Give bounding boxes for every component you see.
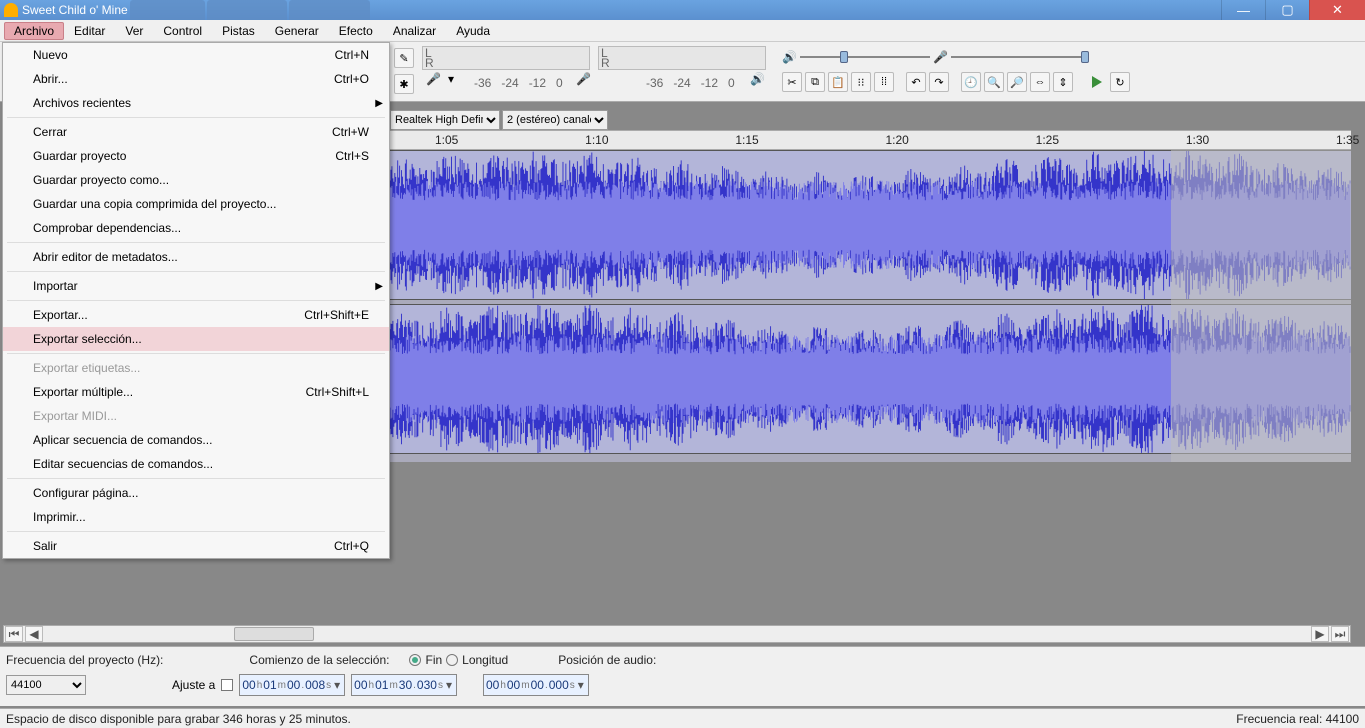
status-bar: Espacio de disco disponible para grabar … [0, 708, 1365, 728]
project-rate-select[interactable]: 44100 [6, 675, 86, 695]
app-icon [4, 3, 18, 17]
selection-start-time[interactable]: 00h 01m 00.008s▾ [239, 674, 345, 696]
timeline-ruler[interactable]: 1:051:101:151:201:251:301:35 [390, 130, 1351, 150]
menu-item[interactable]: Editar secuencias de comandos... [3, 452, 389, 476]
speaker-icon[interactable]: 🔊 [750, 72, 765, 86]
minimize-button[interactable]: — [1221, 0, 1265, 20]
mic-small-icon: 🎤 [933, 50, 948, 64]
multi-tool-icon[interactable]: ✱ [394, 74, 414, 94]
status-actual-rate: Frecuencia real: 44100 [1236, 712, 1359, 726]
menu-item[interactable]: Configurar página... [3, 481, 389, 505]
fit-selection-button[interactable]: ⇔ [1030, 72, 1050, 92]
menu-item[interactable]: Importar▶ [3, 274, 389, 298]
menu-item[interactable]: Guardar proyectoCtrl+S [3, 144, 389, 168]
menu-item[interactable]: Aplicar secuencia de comandos... [3, 428, 389, 452]
snap-to-checkbox[interactable] [221, 679, 233, 691]
silence-button[interactable]: ⁞⁞ [874, 72, 894, 92]
audio-position-label: Posición de audio: [558, 653, 656, 667]
selection-start-label: Comienzo de la selección: [249, 653, 389, 667]
mic-icon[interactable]: 🎤 [576, 72, 591, 86]
longitud-radio[interactable] [446, 654, 458, 666]
loop-button[interactable]: ↻ [1110, 72, 1130, 92]
playback-db-scale: -36-24-120 [640, 76, 735, 90]
undo-button[interactable]: ↶ [906, 72, 926, 92]
selection-end-overlay [1171, 150, 1351, 462]
scrollbar-thumb[interactable] [234, 627, 314, 641]
menu-item[interactable]: SalirCtrl+Q [3, 534, 389, 558]
zoom-out-button[interactable]: 🔎 [1007, 72, 1027, 92]
scroll-left-start[interactable]: ⏮ [5, 626, 23, 642]
snap-to-label: Ajuste a [172, 678, 215, 692]
selection-end-time[interactable]: 00h 01m 30.030s▾ [351, 674, 457, 696]
close-button[interactable]: ✕ [1309, 0, 1365, 20]
longitud-label: Longitud [462, 653, 508, 667]
background-browser-tabs [130, 0, 370, 20]
fin-label: Fin [425, 653, 442, 667]
recording-meter[interactable]: LR [422, 46, 590, 70]
archivo-menu-dropdown: NuevoCtrl+NAbrir...Ctrl+OArchivos recien… [2, 42, 390, 559]
menu-control[interactable]: Control [153, 22, 212, 40]
maximize-button[interactable]: ▢ [1265, 0, 1309, 20]
selection-toolbar: Frecuencia del proyecto (Hz): Comienzo d… [0, 646, 1365, 706]
scroll-right-end[interactable]: ⏭ [1331, 626, 1349, 642]
envelope-tool-icon[interactable]: ✎ [394, 48, 414, 68]
mic-dropdown-icon[interactable]: ▾ [448, 72, 454, 86]
track-area[interactable] [390, 150, 1351, 462]
menu-efecto[interactable]: Efecto [329, 22, 383, 40]
zoom-in-button[interactable]: 🔍 [984, 72, 1004, 92]
paste-button[interactable]: 📋 [828, 72, 848, 92]
output-volume-slider[interactable]: 🔊 🎤 [782, 46, 1081, 68]
device-toolbar: Realtek High Defini 2 (estéreo) canale [390, 108, 608, 132]
menu-item: Exportar etiquetas... [3, 356, 389, 380]
playback-meter[interactable]: LR [598, 46, 766, 70]
menu-item: Exportar MIDI... [3, 404, 389, 428]
menu-item[interactable]: Archivos recientes▶ [3, 91, 389, 115]
menu-ver[interactable]: Ver [115, 22, 153, 40]
window-title: Sweet Child o' Mine [22, 3, 128, 17]
menu-archivo[interactable]: Archivo [4, 22, 64, 40]
sync-lock-button[interactable]: 🕘 [961, 72, 981, 92]
channels-select[interactable]: 2 (estéreo) canale [502, 110, 608, 130]
play-button[interactable] [1087, 72, 1107, 92]
menu-item[interactable]: Exportar múltiple...Ctrl+Shift+L [3, 380, 389, 404]
menu-item[interactable]: NuevoCtrl+N [3, 43, 389, 67]
project-rate-label: Frecuencia del proyecto (Hz): [6, 653, 163, 667]
menu-item[interactable]: Imprimir... [3, 505, 389, 529]
redo-button[interactable]: ↷ [929, 72, 949, 92]
menu-item[interactable]: Guardar proyecto como... [3, 168, 389, 192]
recording-db-scale: -36-24-120 [468, 76, 563, 90]
scroll-right[interactable]: ▶ [1311, 626, 1329, 642]
menu-item[interactable]: Exportar...Ctrl+Shift+E [3, 303, 389, 327]
status-disk-space: Espacio de disco disponible para grabar … [6, 712, 351, 726]
menu-item[interactable]: Exportar selección... [3, 327, 389, 351]
menu-analizar[interactable]: Analizar [383, 22, 446, 40]
copy-button[interactable]: ⧉ [805, 72, 825, 92]
menu-item[interactable]: CerrarCtrl+W [3, 120, 389, 144]
menu-editar[interactable]: Editar [64, 22, 115, 40]
trim-button[interactable]: ⁝⁝ [851, 72, 871, 92]
mic-mute-icon[interactable]: 🎤 [426, 72, 441, 86]
menu-item[interactable]: Comprobar dependencias... [3, 216, 389, 240]
menu-item[interactable]: Abrir...Ctrl+O [3, 67, 389, 91]
cut-button[interactable]: ✂ [782, 72, 802, 92]
menubar: ArchivoEditarVerControlPistasGenerarEfec… [0, 20, 1365, 42]
fit-project-button[interactable]: ⇕ [1053, 72, 1073, 92]
menu-item[interactable]: Guardar una copia comprimida del proyect… [3, 192, 389, 216]
fin-radio[interactable] [409, 654, 421, 666]
titlebar: Sweet Child o' Mine — ▢ ✕ [0, 0, 1365, 20]
menu-ayuda[interactable]: Ayuda [446, 22, 500, 40]
speaker-small-icon: 🔊 [782, 50, 797, 64]
audio-position-time[interactable]: 00h 00m 00.000s▾ [483, 674, 589, 696]
playback-device-select[interactable]: Realtek High Defini [390, 110, 500, 130]
menu-item[interactable]: Abrir editor de metadatos... [3, 245, 389, 269]
scroll-left[interactable]: ◀ [25, 626, 43, 642]
menu-pistas[interactable]: Pistas [212, 22, 265, 40]
menu-generar[interactable]: Generar [265, 22, 329, 40]
horizontal-scrollbar[interactable]: ⏮ ◀ ▶ ⏭ [3, 625, 1351, 643]
